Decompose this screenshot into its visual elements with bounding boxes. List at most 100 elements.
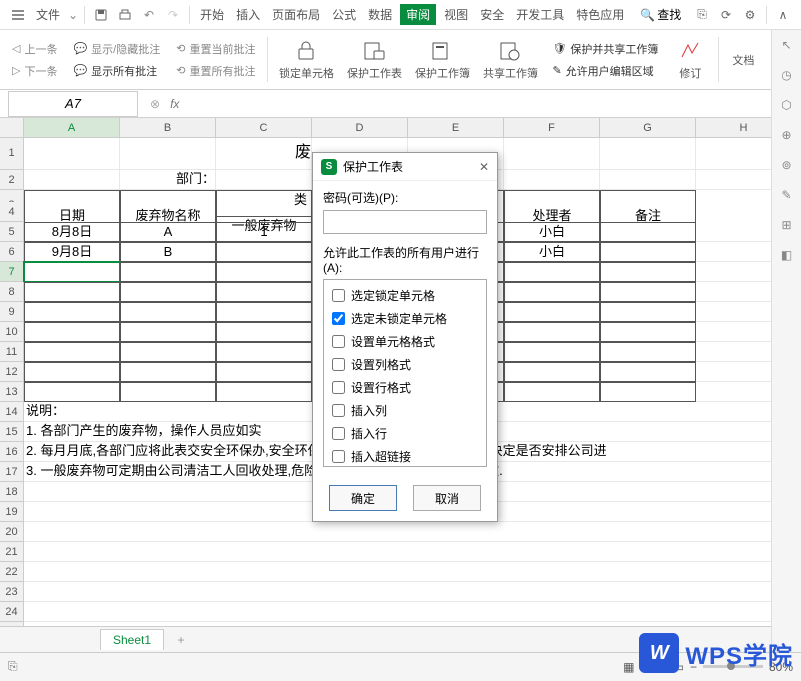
sidebar-icon[interactable]: ✎ (781, 188, 791, 202)
row-header[interactable]: 1 (0, 138, 24, 170)
cell[interactable] (24, 322, 120, 342)
row-header[interactable]: 24 (0, 602, 24, 622)
row-header[interactable]: 10 (0, 322, 24, 342)
row-header[interactable]: 18 (0, 482, 24, 502)
name-box[interactable]: A7 (8, 91, 138, 117)
cursor-icon[interactable]: ↖ (781, 38, 791, 52)
perm-item[interactable]: 插入行 (324, 422, 486, 445)
password-input[interactable] (323, 210, 487, 234)
perm-checkbox[interactable] (332, 381, 345, 394)
cell[interactable] (24, 382, 120, 402)
cell[interactable] (504, 138, 600, 170)
perm-checkbox[interactable] (332, 289, 345, 302)
cancel-button[interactable]: 取消 (413, 485, 481, 511)
cell[interactable] (24, 622, 792, 626)
cell[interactable] (120, 262, 216, 282)
row-header[interactable]: 14 (0, 402, 24, 422)
cell[interactable] (600, 282, 696, 302)
row-header[interactable]: 17 (0, 462, 24, 482)
perm-checkbox[interactable] (332, 358, 345, 371)
cell[interactable] (600, 362, 696, 382)
sidebar-icon[interactable]: ⊞ (781, 218, 791, 232)
dialog-titlebar[interactable]: S 保护工作表 ✕ (313, 153, 497, 181)
cell[interactable] (216, 170, 312, 190)
collapse-icon[interactable]: ∧ (773, 5, 793, 25)
cell[interactable] (216, 362, 312, 382)
add-sheet-button[interactable]: + (172, 631, 190, 649)
tab-formula[interactable]: 公式 (328, 4, 360, 25)
cell[interactable]: 废 (216, 138, 312, 170)
save-icon[interactable] (91, 5, 111, 25)
cell[interactable] (24, 542, 792, 562)
redo-icon[interactable]: ↷ (163, 5, 183, 25)
track-changes-button[interactable]: 修订 (670, 35, 710, 85)
cell[interactable]: 部门： (120, 170, 216, 190)
view-normal-icon[interactable]: ▦ (623, 660, 634, 674)
toolbar-icon-1[interactable]: ⎘ (692, 5, 712, 25)
cell[interactable] (120, 342, 216, 362)
col-header-e[interactable]: E (408, 118, 504, 137)
sidebar-icon[interactable]: ⊚ (781, 158, 791, 172)
sidebar-icon[interactable]: ⊕ (781, 128, 791, 142)
perm-item[interactable]: 设置单元格格式 (324, 330, 486, 353)
row-header[interactable]: 9 (0, 302, 24, 322)
next-comment-button[interactable]: ▷下一条 (8, 61, 61, 81)
row-header[interactable]: 15 (0, 422, 24, 442)
cell[interactable] (24, 282, 120, 302)
row-header[interactable]: 4 (0, 202, 24, 222)
cell[interactable] (600, 382, 696, 402)
sheet-tab[interactable]: Sheet1 (100, 629, 164, 650)
cell[interactable] (24, 302, 120, 322)
row-header[interactable]: 7 (0, 262, 24, 282)
cell[interactable] (216, 302, 312, 322)
dropdown-icon[interactable]: ⌄ (68, 8, 78, 22)
cell[interactable] (600, 138, 696, 170)
cell[interactable] (24, 138, 120, 170)
col-header-g[interactable]: G (600, 118, 696, 137)
tab-layout[interactable]: 页面布局 (268, 4, 324, 25)
col-header-f[interactable]: F (504, 118, 600, 137)
cell[interactable]: 小白 (504, 222, 600, 242)
cell[interactable]: 8月8日 (24, 222, 120, 242)
cell[interactable] (504, 382, 600, 402)
cell[interactable] (504, 302, 600, 322)
sidebar-icon[interactable]: ◷ (781, 68, 791, 82)
cell[interactable] (216, 262, 312, 282)
row-header[interactable]: 13 (0, 382, 24, 402)
cell[interactable] (24, 342, 120, 362)
perm-item[interactable]: 选定未锁定单元格 (324, 307, 486, 330)
cell[interactable] (24, 522, 792, 542)
protect-sheet-button[interactable]: 保护工作表 (344, 35, 404, 85)
cell[interactable]: 小白 (504, 242, 600, 262)
cell[interactable] (24, 602, 792, 622)
perm-checkbox[interactable] (332, 427, 345, 440)
select-all-corner[interactable] (0, 118, 24, 137)
close-icon[interactable]: ✕ (479, 160, 489, 174)
perm-item[interactable]: 选定锁定单元格 (324, 284, 486, 307)
tab-dev[interactable]: 开发工具 (512, 4, 568, 25)
cell[interactable] (600, 322, 696, 342)
cell[interactable] (504, 342, 600, 362)
col-header-b[interactable]: B (120, 118, 216, 137)
cell[interactable] (600, 262, 696, 282)
tab-start[interactable]: 开始 (196, 4, 228, 25)
cell[interactable] (504, 170, 600, 190)
menu-hamburger-icon[interactable] (8, 5, 28, 25)
cell[interactable]: A (120, 222, 216, 242)
row-header[interactable]: 23 (0, 582, 24, 602)
toolbar-icon-2[interactable]: ⟳ (716, 5, 736, 25)
row-header[interactable]: 22 (0, 562, 24, 582)
cell[interactable] (120, 138, 216, 170)
perm-checkbox[interactable] (332, 312, 345, 325)
cell[interactable] (504, 262, 600, 282)
undo-icon[interactable]: ↶ (139, 5, 159, 25)
print-icon[interactable] (115, 5, 135, 25)
protect-workbook-button[interactable]: 保护工作簿 (412, 35, 472, 85)
fx-label[interactable]: fx (170, 97, 179, 111)
perm-item[interactable]: 插入列 (324, 399, 486, 422)
cell[interactable] (600, 302, 696, 322)
toolbar-icon-3[interactable]: ⚙ (740, 5, 760, 25)
row-header[interactable]: 11 (0, 342, 24, 362)
doc-button[interactable]: 文档 (727, 35, 759, 85)
menu-file[interactable]: 文件 (32, 4, 64, 25)
